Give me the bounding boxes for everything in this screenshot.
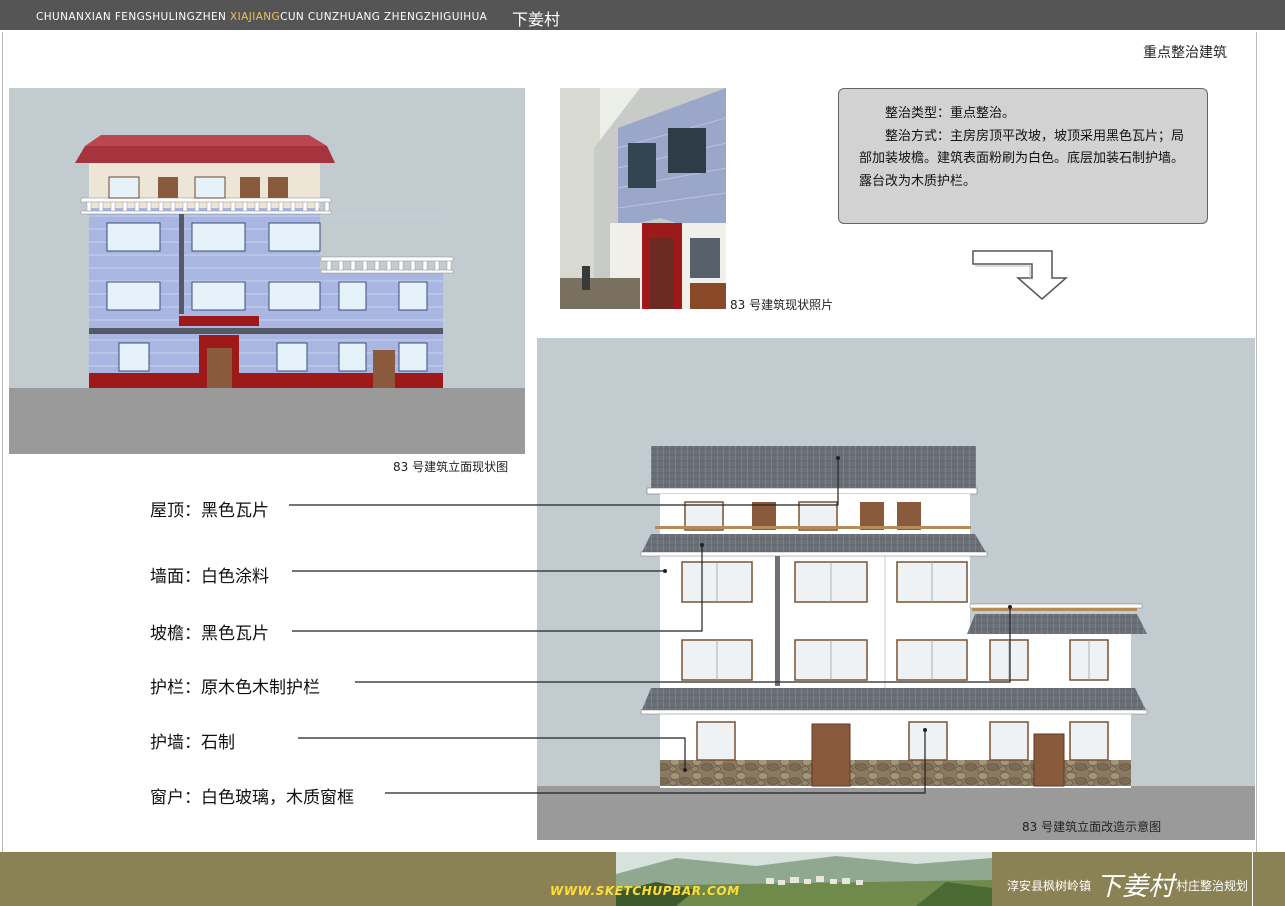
legend-roof: 屋顶：黑色瓦片 (150, 501, 269, 521)
leader-lines (289, 456, 1012, 794)
footer-website: WWW.SKETCHUPBAR.COM (550, 884, 740, 898)
legend-railing: 护栏：原木色木制护栏 (150, 678, 320, 698)
legend-window: 窗户：白色玻璃，木质窗框 (150, 788, 354, 808)
legend-eave: 坡檐：黑色瓦片 (150, 624, 269, 644)
footer-text-layer: WWW.SKETCHUPBAR.COM 淳安县枫树岭镇 下姜村 村庄整治规划 (0, 852, 1285, 906)
footer-plan-title: 村庄整治规划 (1176, 879, 1249, 893)
footer-logo: 下姜村 (1096, 872, 1175, 902)
legend-retaining-wall: 护墙：石制 (150, 733, 235, 753)
footer-county: 淳安县枫树岭镇 (1007, 879, 1092, 893)
legend-wall: 墙面：白色涂料 (150, 567, 269, 587)
